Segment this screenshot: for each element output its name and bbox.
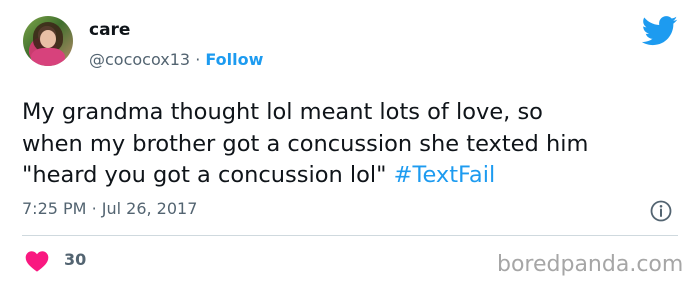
time-separator: · (91, 199, 97, 218)
heart-icon[interactable] (24, 250, 50, 272)
like-count[interactable]: 30 (64, 250, 86, 269)
user-handle[interactable]: @cococox13 (89, 50, 190, 69)
tweet-line: My grandma thought lol meant lots of lov… (22, 99, 543, 125)
handle-row: @cococox13 · Follow (89, 50, 263, 69)
tweet-line-text: "heard you got a concussion lol" (22, 162, 387, 188)
follow-button[interactable]: Follow (205, 50, 263, 69)
avatar[interactable] (23, 16, 73, 66)
tweet-line: "heard you got a concussion lol" #TextFa… (22, 160, 682, 192)
hashtag-link[interactable]: #TextFail (394, 162, 496, 188)
tweet-date: Jul 26, 2017 (101, 199, 198, 218)
tweet-line: when my brother got a concussion she tex… (22, 130, 589, 157)
avatar-shirt (31, 48, 65, 66)
tweet-time: 7:25 PM (22, 199, 87, 218)
tweet-text: My grandma thought lol meant lots of lov… (22, 97, 682, 192)
timestamp[interactable]: 7:25 PM · Jul 26, 2017 (22, 199, 197, 218)
user-name[interactable]: care (89, 20, 130, 40)
handle-separator: · (195, 50, 201, 69)
watermark: boredpanda.com (497, 252, 684, 277)
avatar-face (40, 30, 56, 48)
divider (22, 235, 678, 236)
info-icon[interactable] (650, 200, 672, 222)
twitter-bird-icon[interactable] (642, 16, 678, 46)
